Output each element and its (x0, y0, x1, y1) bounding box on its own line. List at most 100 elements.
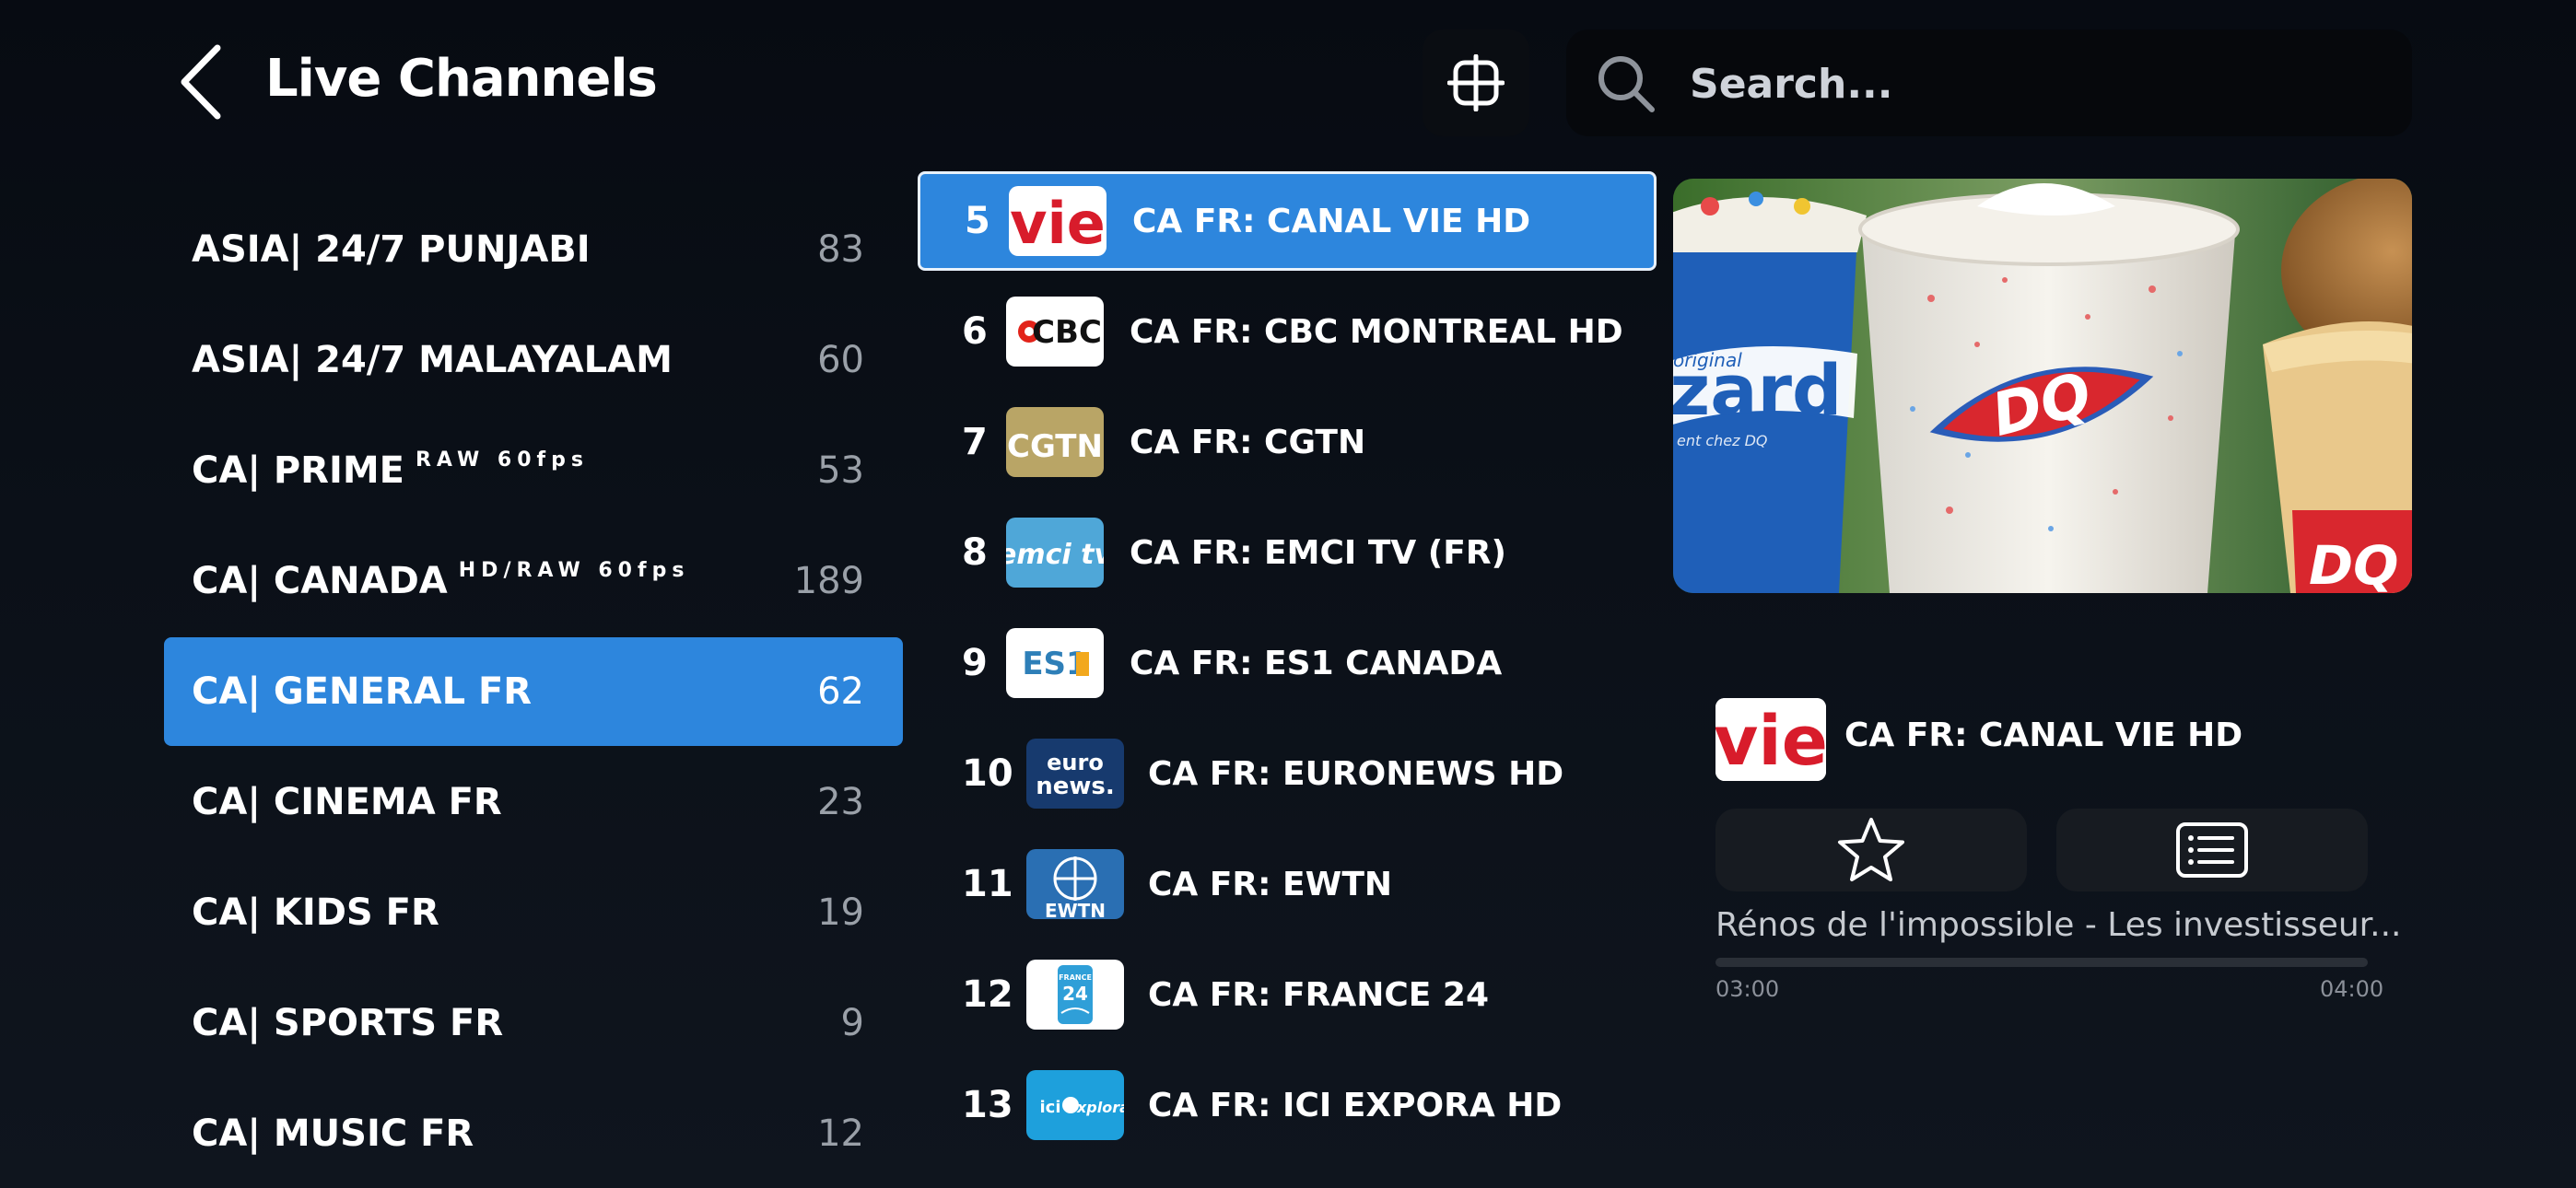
channel-item[interactable]: 12 FRANCE 24 CA FR: FRANCE 24 (918, 945, 1657, 1044)
channel-name: CA FR: EWTN (1148, 865, 1393, 903)
svg-text:original: original (1673, 349, 1742, 371)
chevron-left-icon (181, 44, 221, 120)
channel-item[interactable]: 13 ici explora CA FR: ICI EXPORA HD (918, 1055, 1657, 1155)
channel-number: 12 (962, 973, 1013, 1016)
program-progress-bar (1715, 958, 2368, 967)
ewtn-logo: EWTN (1026, 849, 1124, 919)
category-name: CA| PRIME RAW 60fps (192, 448, 589, 492)
epg-button[interactable] (2056, 809, 2368, 891)
category-name: CA| CINEMA FR (192, 781, 502, 823)
category-item[interactable]: CA| KIDS FR 19 (164, 858, 903, 967)
ici-explora-logo: ici explora (1026, 1070, 1124, 1140)
channel-item[interactable]: 9 ES1 CA FR: ES1 CANADA (918, 613, 1657, 713)
svg-text:news.: news. (1036, 773, 1115, 800)
category-label: ASIA| 24/7 PUNJABI (192, 228, 591, 271)
channel-name: CA FR: FRANCE 24 (1148, 975, 1490, 1014)
channel-name: CA FR: EMCI TV (FR) (1130, 533, 1506, 572)
svg-text:CBC: CBC (1032, 314, 1102, 351)
channel-name: CA FR: ES1 CANADA (1130, 644, 1503, 682)
category-count: 23 (817, 781, 864, 823)
favorite-button[interactable] (1715, 809, 2027, 891)
canal-vie-logo: vie (1715, 698, 1826, 781)
category-name: CA| MUSIC FR (192, 1112, 474, 1155)
channel-name: CA FR: ICI EXPORA HD (1148, 1086, 1563, 1124)
svg-text:DQ: DQ (2309, 534, 2398, 593)
svg-text:CGTN: CGTN (1007, 428, 1103, 465)
channel-name: CA FR: CBC MONTREAL HD (1130, 312, 1623, 351)
program-title: Rénos de l'impossible - Les investisseur… (1715, 906, 2402, 944)
channel-name: CA FR: EURONEWS HD (1148, 754, 1564, 793)
svg-text:ici: ici (1039, 1098, 1060, 1117)
video-preview[interactable]: zard original ent chez DQ DQ DQ (1673, 179, 2412, 593)
euronews-logo: euro news. (1026, 739, 1124, 809)
category-name: CA| KIDS FR (192, 891, 439, 934)
category-label: CA| PRIME (192, 449, 404, 492)
canal-vie-logo: vie (1009, 186, 1107, 256)
svg-text:FRANCE: FRANCE (1059, 973, 1092, 982)
category-count: 53 (817, 449, 864, 492)
page-title: Live Channels (265, 49, 658, 109)
category-item[interactable]: CA| SPORTS FR 9 (164, 969, 903, 1077)
channel-name: CA FR: CANAL VIE HD (1132, 202, 1531, 240)
category-label: CA| MUSIC FR (192, 1112, 474, 1155)
category-count: 9 (840, 1002, 864, 1044)
channel-number: 13 (962, 1084, 1013, 1126)
multiview-grid-icon (1447, 54, 1505, 111)
category-name: CA| CANADA HD/RAW 60fps (192, 559, 690, 602)
search-bar[interactable] (1566, 29, 2412, 136)
category-count: 189 (793, 560, 864, 602)
multiview-button[interactable] (1423, 29, 1529, 136)
category-name: ASIA| 24/7 MALAYALAM (192, 339, 673, 381)
channel-number: 5 (965, 200, 990, 242)
category-item[interactable]: CA| GENERAL FR 62 (164, 637, 903, 746)
channel-item[interactable]: 6 CBC CA FR: CBC MONTREAL HD (918, 282, 1657, 381)
channel-item[interactable]: 7 CGTN CA FR: CGTN (918, 392, 1657, 492)
category-label: CA| CANADA (192, 560, 448, 602)
category-label: CA| SPORTS FR (192, 1002, 504, 1044)
preview-image: zard original ent chez DQ DQ DQ (1673, 179, 2412, 593)
channel-number: 9 (962, 642, 988, 684)
channel-number: 11 (962, 863, 1013, 905)
svg-text:explora: explora (1067, 1099, 1124, 1116)
channel-item[interactable]: 5 vie CA FR: CANAL VIE HD (918, 171, 1657, 271)
svg-text:ent chez DQ: ent chez DQ (1677, 432, 1768, 449)
category-count: 60 (817, 339, 864, 381)
channel-item[interactable]: 10 euro news. CA FR: EURONEWS HD (918, 724, 1657, 823)
category-count: 83 (817, 228, 864, 271)
program-start-time: 03:00 (1715, 976, 1780, 1002)
category-name: CA| GENERAL FR (192, 670, 532, 713)
category-label: CA| KIDS FR (192, 891, 439, 934)
back-button[interactable] (175, 41, 230, 123)
program-end-time: 04:00 (2320, 976, 2384, 1002)
category-item[interactable]: ASIA| 24/7 MALAYALAM 60 (164, 306, 903, 414)
category-label: ASIA| 24/7 MALAYALAM (192, 339, 673, 381)
category-count: 19 (817, 891, 864, 934)
channel-name: CA FR: CGTN (1130, 423, 1366, 461)
category-item[interactable]: CA| MUSIC FR 12 (164, 1079, 903, 1188)
search-input[interactable] (1688, 52, 2373, 116)
epg-list-icon (2176, 822, 2248, 878)
category-label: CA| GENERAL FR (192, 670, 533, 713)
channel-item[interactable]: 8 emci tv CA FR: EMCI TV (FR) (918, 503, 1657, 602)
category-quality-tag: HD/RAW 60fps (458, 559, 690, 582)
category-name: ASIA| 24/7 PUNJABI (192, 228, 591, 271)
svg-text:EWTN: EWTN (1045, 900, 1106, 919)
channel-number: 10 (962, 752, 1013, 795)
svg-text:vie: vie (1010, 190, 1106, 256)
es1-logo: ES1 (1006, 628, 1104, 698)
category-item[interactable]: CA| PRIME RAW 60fps 53 (164, 416, 903, 525)
svg-text:vie: vie (1715, 702, 1826, 781)
channel-number: 6 (962, 310, 988, 353)
search-icon (1598, 56, 1655, 112)
category-item[interactable]: CA| CANADA HD/RAW 60fps 189 (164, 527, 903, 635)
emci-logo: emci tv (1006, 518, 1104, 588)
channel-item[interactable]: 11 EWTN CA FR: EWTN (918, 834, 1657, 934)
now-playing-channel-name: CA FR: CANAL VIE HD (1844, 716, 2243, 754)
svg-text:euro: euro (1047, 750, 1104, 775)
category-count: 12 (817, 1112, 864, 1155)
category-item[interactable]: CA| CINEMA FR 23 (164, 748, 903, 856)
category-item[interactable]: ASIA| 24/7 PUNJABI 83 (164, 195, 903, 304)
category-quality-tag: RAW 60fps (415, 448, 589, 472)
france24-logo: FRANCE 24 (1026, 960, 1124, 1030)
channel-number: 7 (962, 421, 988, 463)
